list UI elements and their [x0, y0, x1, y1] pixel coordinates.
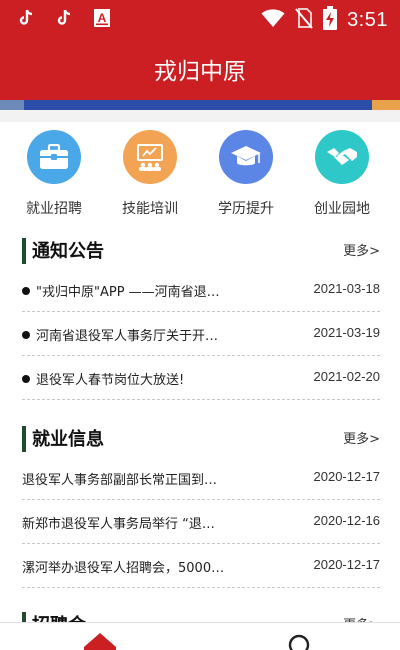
list-item[interactable]: 新郑市退役军人事务局举行 “退… 2020-12-16	[22, 500, 380, 544]
no-sim-icon	[295, 7, 313, 33]
list-item-title: "戎归中原"APP ——河南省退…	[22, 281, 272, 300]
a-notification-icon: A	[92, 8, 112, 28]
list-item[interactable]: "戎归中原"APP ——河南省退… 2021-03-18	[22, 268, 380, 312]
battery-charging-icon	[323, 6, 338, 34]
status-time: 3:51	[347, 8, 388, 31]
quick-nav-label: 就业招聘	[26, 201, 82, 217]
graduation-cap-icon	[219, 130, 273, 184]
list-item[interactable]: 河南省退役军人事务厅关于开… 2021-03-19	[22, 312, 380, 356]
quick-nav: 就业招聘 技能培训 学历提升 创业园地	[0, 122, 400, 226]
section-title: 就业信息	[32, 429, 104, 450]
more-link[interactable]: 更多>	[343, 428, 380, 447]
bottom-nav	[0, 622, 400, 650]
page-title: 戎归中原	[154, 59, 246, 85]
list-item-title: 河南省退役军人事务厅关于开…	[22, 325, 272, 344]
divider	[0, 110, 400, 122]
bullet-icon	[22, 375, 30, 383]
list-item[interactable]: 退役军人事务部副部长常正国到… 2020-12-17	[22, 456, 380, 500]
quick-nav-training[interactable]: 技能培训	[102, 130, 198, 218]
list-item-title: 退役军人春节岗位大放送!	[22, 369, 272, 388]
bullet-icon	[22, 287, 30, 295]
list-item-date: 2020-12-17	[313, 557, 381, 572]
handshake-icon	[315, 130, 369, 184]
svg-text:A: A	[98, 11, 107, 25]
quick-nav-jobs[interactable]: 就业招聘	[6, 130, 102, 218]
list-item-text: "戎归中原"APP ——河南省退…	[36, 285, 220, 300]
status-bar: A 3:51	[0, 0, 400, 36]
tiktok-icon	[16, 8, 36, 28]
list-item-date: 2020-12-16	[313, 513, 381, 528]
list-item-text: 河南省退役军人事务厅关于开…	[36, 329, 219, 344]
banner-carousel[interactable]	[0, 100, 400, 110]
briefcase-icon	[27, 130, 81, 184]
list-item-date: 2021-02-20	[313, 369, 381, 384]
more-link[interactable]: 更多>	[343, 240, 380, 259]
list-item-title: 新郑市退役军人事务局举行 “退…	[22, 517, 215, 532]
section-accent-bar	[22, 426, 26, 452]
quick-nav-label: 学历提升	[218, 201, 274, 217]
training-board-icon	[123, 130, 177, 184]
list-item-date: 2021-03-18	[313, 281, 381, 296]
quick-nav-label: 创业园地	[314, 201, 370, 217]
search-icon[interactable]	[284, 631, 314, 650]
quick-nav-education[interactable]: 学历提升	[198, 130, 294, 218]
section-header-notices: 通知公告 更多>	[22, 236, 380, 266]
list-item-title: 漯河举办退役军人招聘会，5000…	[22, 561, 225, 576]
list-item-date: 2020-12-17	[313, 469, 381, 484]
bullet-icon	[22, 331, 30, 339]
home-icon[interactable]	[82, 631, 118, 650]
app-header: 戎归中原	[0, 36, 400, 100]
section-title: 通知公告	[32, 241, 104, 262]
list-item[interactable]: 退役军人春节岗位大放送! 2021-02-20	[22, 356, 380, 400]
section-header-jobs: 就业信息 更多>	[22, 424, 380, 454]
list-item-text: 退役军人春节岗位大放送!	[36, 373, 185, 388]
section-accent-bar	[22, 238, 26, 264]
wifi-icon	[261, 8, 285, 32]
list-item-date: 2021-03-19	[313, 325, 381, 340]
tiktok-icon	[54, 8, 74, 28]
list-item[interactable]: 漯河举办退役军人招聘会，5000… 2020-12-17	[22, 544, 380, 588]
list-item-title: 退役军人事务部副部长常正国到…	[22, 473, 218, 488]
quick-nav-startup[interactable]: 创业园地	[294, 130, 390, 218]
quick-nav-label: 技能培训	[122, 201, 178, 217]
